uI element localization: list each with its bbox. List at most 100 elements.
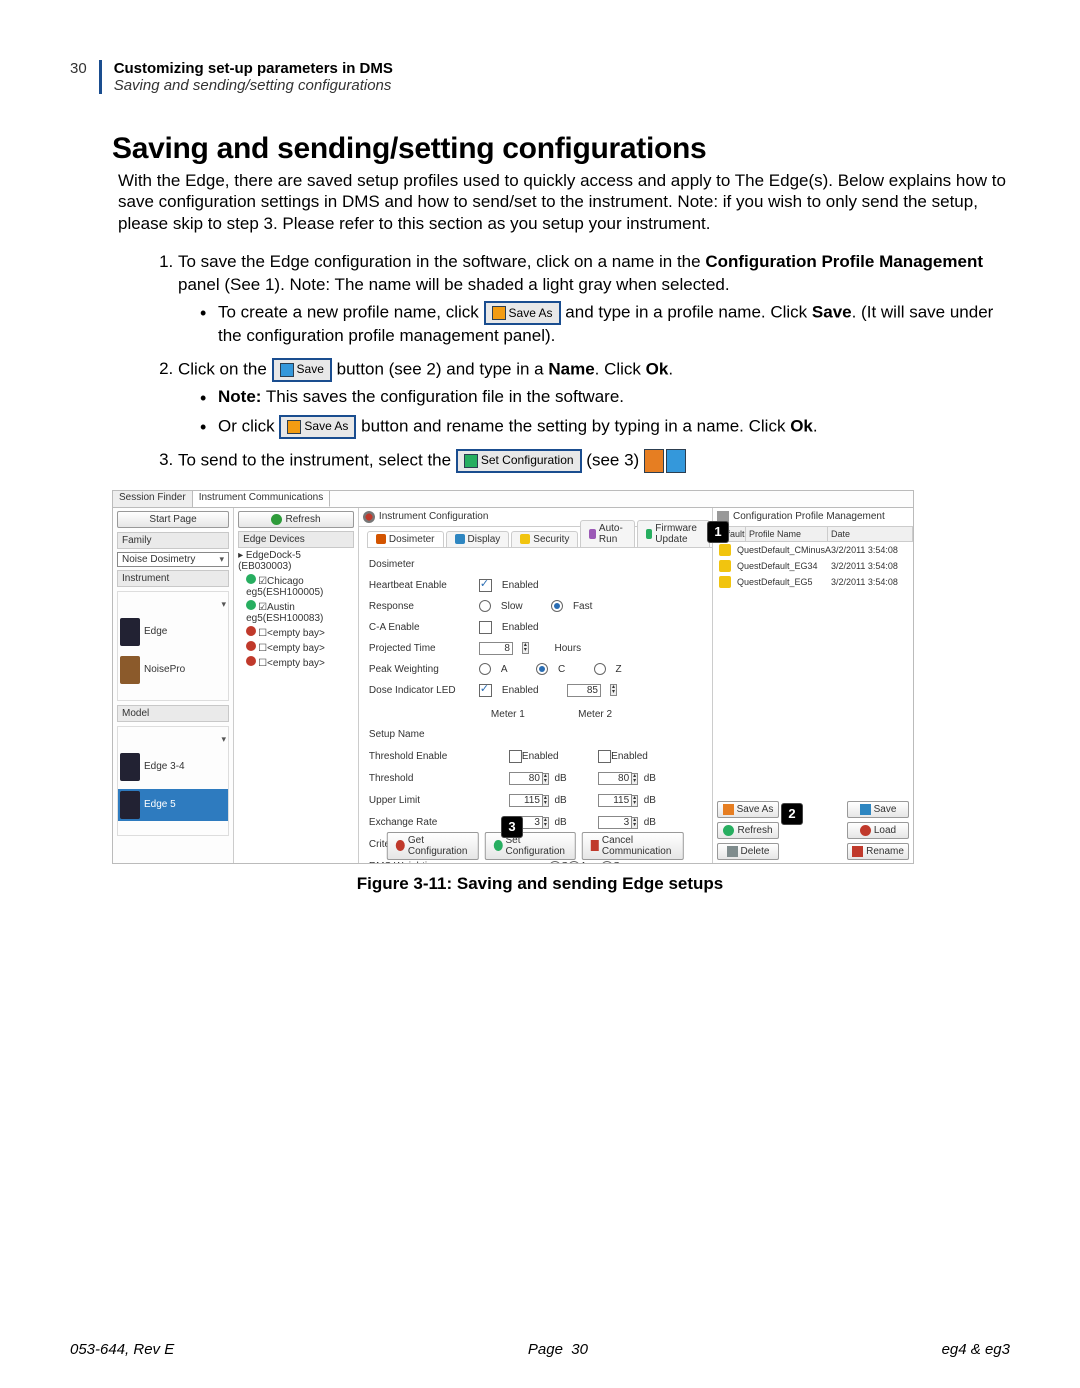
tree-dev-1[interactable]: ☑Chicago eg5(ESH100005) [234, 573, 358, 599]
lbl-upper: Upper Limit [369, 795, 479, 806]
ca-checkbox[interactable] [479, 621, 492, 634]
footer-right: eg4 & eg3 [942, 1341, 1010, 1358]
dled-checkbox[interactable] [479, 684, 492, 697]
footer-left: 053-644, Rev E [70, 1341, 174, 1358]
m1-threshen[interactable] [509, 750, 522, 763]
meter1-header: Meter 1 [369, 707, 568, 724]
start-page-button[interactable]: Start Page [117, 511, 229, 528]
save-button[interactable]: Save [847, 801, 909, 818]
lock-icon [719, 560, 731, 572]
main-tab-bar: Session Finder Instrument Communications [113, 491, 913, 508]
tab-dosimeter[interactable]: Dosimeter [367, 531, 444, 547]
noisepro-icon [120, 656, 140, 684]
edge5-icon [120, 791, 140, 819]
projtime-input[interactable]: 8 [479, 642, 513, 655]
load-button[interactable]: Load [847, 822, 909, 839]
saveas-icon [723, 804, 734, 815]
refresh-icon [723, 825, 734, 836]
dms-screenshot: 1 2 3 Session Finder Instrument Communic… [112, 490, 914, 864]
tree-empty-2[interactable]: ☐<empty bay> [234, 640, 358, 655]
model-edge34[interactable]: Edge 3-4 [118, 751, 228, 783]
tab-instrument-comm[interactable]: Instrument Communications [193, 491, 331, 507]
col-name[interactable]: Profile Name [746, 527, 828, 541]
m2-exch[interactable]: 3 [598, 816, 632, 829]
lbl-response: Response [369, 601, 469, 612]
scroll-up[interactable] [222, 596, 227, 610]
gear-icon [363, 511, 375, 523]
lbl-heartbeat: Heartbeat Enable [369, 580, 469, 591]
lbl-projtime: Projected Time [369, 643, 469, 654]
family-label: Family [117, 532, 229, 549]
save-as-inline-button-2: Save As [279, 415, 356, 439]
lock-icon [719, 544, 731, 556]
get-config-button[interactable]: Get Configuration [387, 832, 478, 860]
rename-icon [852, 846, 863, 857]
refresh-button[interactable]: Refresh [238, 511, 354, 528]
m2-threshen[interactable] [598, 750, 611, 763]
m2-rms-c[interactable] [601, 861, 613, 864]
response-fast[interactable] [551, 600, 563, 612]
tab-security[interactable]: Security [511, 531, 578, 547]
m2-thresh[interactable]: 80 [598, 772, 632, 785]
intro-paragraph: With the Edge, there are saved setup pro… [118, 170, 1010, 234]
set-icon [494, 840, 503, 851]
save-as-inline-button: Save As [484, 301, 561, 325]
tree-empty-1[interactable]: ☐<empty bay> [234, 625, 358, 640]
tree-empty-3[interactable]: ☐<empty bay> [234, 655, 358, 670]
tab-autorun[interactable]: Auto-Run [580, 520, 635, 547]
peak-c[interactable] [536, 663, 548, 675]
tree-dev-2[interactable]: ☑Austin eg5(ESH100083) [234, 599, 358, 625]
instrument-label: Instrument [117, 570, 229, 587]
set-config-inline-button: Set Configuration [456, 449, 582, 473]
lbl-dosimeter: Dosimeter [369, 559, 469, 570]
lbl-threshen: Threshold Enable [369, 751, 479, 762]
step-2: Click on the Save button (see 2) and typ… [178, 358, 1010, 439]
dled-input[interactable]: 85 [567, 684, 601, 697]
get-icon [396, 840, 405, 851]
cancel-icon [591, 840, 599, 851]
tree-dock[interactable]: ▸ EdgeDock-5 (EB030003) [234, 549, 358, 573]
refresh-button-r[interactable]: Refresh [717, 822, 779, 839]
lbl-rms: RMS Weighting [369, 861, 479, 864]
rename-button[interactable]: Rename [847, 843, 909, 860]
tab-firmware[interactable]: Firmware Update [637, 520, 710, 547]
m1-upper[interactable]: 115 [509, 794, 543, 807]
cancel-comm-button[interactable]: Cancel Communication [582, 832, 683, 860]
m1-thresh[interactable]: 80 [509, 772, 543, 785]
figure-caption: Figure 3-11: Saving and sending Edge set… [70, 874, 1010, 894]
tab-session-finder[interactable]: Session Finder [113, 491, 193, 507]
save-icon [860, 804, 871, 815]
model-edge5[interactable]: Edge 5 [118, 789, 228, 821]
delete-button[interactable]: Delete [717, 843, 779, 860]
response-slow[interactable] [479, 600, 491, 612]
set-config-button[interactable]: Set Configuration [485, 832, 576, 860]
callout-1: 1 [707, 521, 729, 543]
header-divider [99, 60, 102, 94]
callout-3: 3 [501, 816, 523, 838]
callout-2: 2 [781, 803, 803, 825]
step-2-note: Note: This saves the configuration file … [200, 386, 1010, 409]
instrument-noisepro[interactable]: NoisePro [118, 654, 228, 686]
step-1-bullet: To create a new profile name, click Save… [200, 301, 1010, 348]
instrument-edge[interactable]: Edge [118, 616, 228, 648]
section-heading: Saving and sending/setting configuration… [112, 132, 1010, 166]
family-dropdown[interactable]: Noise Dosimetry [117, 552, 229, 567]
config-title: Instrument Configuration [379, 511, 489, 522]
edge34-icon [120, 753, 140, 781]
m1-rms-c[interactable] [549, 861, 561, 864]
tab-display[interactable]: Display [446, 531, 510, 547]
saveas-button[interactable]: Save As [717, 801, 779, 818]
heartbeat-checkbox[interactable] [479, 579, 492, 592]
m2-upper[interactable]: 115 [598, 794, 632, 807]
col-date[interactable]: Date [828, 527, 913, 541]
lbl-thresh: Threshold [369, 773, 479, 784]
profile-row[interactable]: QuestDefault_EG53/2/2011 3:54:08 [713, 574, 913, 590]
lbl-ca: C-A Enable [369, 622, 469, 633]
peak-a[interactable] [479, 663, 491, 675]
peak-z[interactable] [594, 663, 606, 675]
m2-rms-a[interactable] [568, 861, 580, 864]
header-title: Customizing set-up parameters in DMS [114, 60, 393, 77]
scroll-up[interactable] [222, 731, 227, 745]
profile-row[interactable]: QuestDefault_EG343/2/2011 3:54:08 [713, 558, 913, 574]
profile-row[interactable]: QuestDefault_CMinusA3/2/2011 3:54:08 [713, 542, 913, 558]
